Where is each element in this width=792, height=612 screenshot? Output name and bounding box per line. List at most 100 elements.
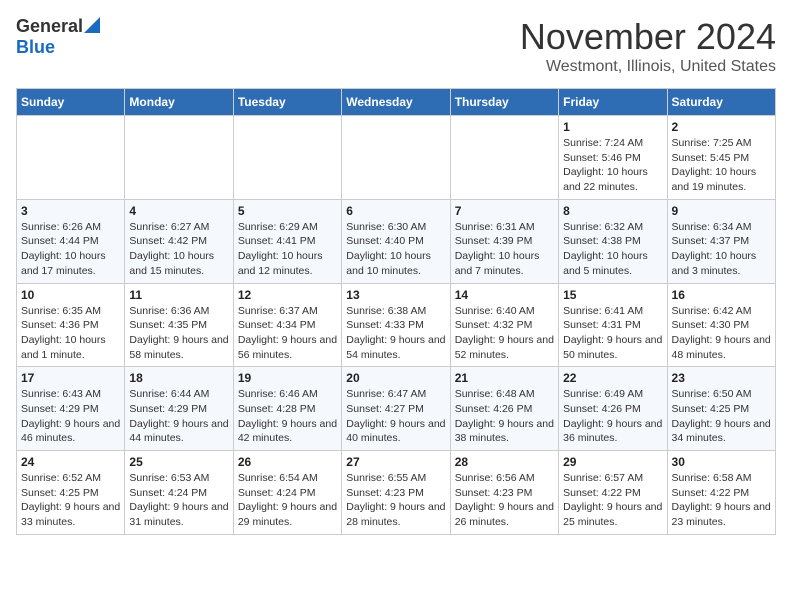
day-info: Sunrise: 6:50 AMSunset: 4:25 PMDaylight:… xyxy=(672,387,771,446)
calendar-cell: 11 Sunrise: 6:36 AMSunset: 4:35 PMDayligh… xyxy=(125,283,233,367)
calendar-cell: 5 Sunrise: 6:29 AMSunset: 4:41 PMDaylight… xyxy=(233,199,341,283)
calendar-week-5: 24 Sunrise: 6:52 AMSunset: 4:25 PMDayligh… xyxy=(17,451,776,535)
day-number: 12 xyxy=(238,288,337,302)
title-block: November 2024 Westmont, Illinois, United… xyxy=(520,16,776,76)
day-info: Sunrise: 6:53 AMSunset: 4:24 PMDaylight:… xyxy=(129,471,228,530)
day-number: 7 xyxy=(455,204,554,218)
day-info: Sunrise: 7:24 AMSunset: 5:46 PMDaylight:… xyxy=(563,136,662,195)
calendar-cell: 7Sunrise: 6:31 AMSunset: 4:39 PMDaylight… xyxy=(450,199,558,283)
day-number: 25 xyxy=(129,455,228,469)
day-info: Sunrise: 6:27 AMSunset: 4:42 PMDaylight:… xyxy=(129,220,228,279)
day-number: 9 xyxy=(672,204,771,218)
month-title: November 2024 xyxy=(520,16,776,58)
day-number: 13 xyxy=(346,288,445,302)
weekday-header-saturday: Saturday xyxy=(667,89,775,116)
day-info: Sunrise: 6:54 AMSunset: 4:24 PMDaylight:… xyxy=(238,471,337,530)
calendar-cell: 30 Sunrise: 6:58 AMSunset: 4:22 PMDayligh… xyxy=(667,451,775,535)
calendar-cell xyxy=(125,116,233,200)
calendar-cell: 19Sunrise: 6:46 AMSunset: 4:28 PMDayligh… xyxy=(233,367,341,451)
logo-blue: Blue xyxy=(16,37,55,57)
calendar-week-3: 10 Sunrise: 6:35 AMSunset: 4:36 PMDayligh… xyxy=(17,283,776,367)
calendar-cell: 27 Sunrise: 6:55 AMSunset: 4:23 PMDayligh… xyxy=(342,451,450,535)
day-info: Sunrise: 6:35 AMSunset: 4:36 PMDaylight:… xyxy=(21,304,120,363)
calendar-cell: 20 Sunrise: 6:47 AMSunset: 4:27 PMDayligh… xyxy=(342,367,450,451)
day-number: 1 xyxy=(563,120,662,134)
calendar-week-4: 17 Sunrise: 6:43 AMSunset: 4:29 PMDayligh… xyxy=(17,367,776,451)
day-info: Sunrise: 6:52 AMSunset: 4:25 PMDaylight:… xyxy=(21,471,120,530)
day-info: Sunrise: 6:30 AMSunset: 4:40 PMDaylight:… xyxy=(346,220,445,279)
day-number: 5 xyxy=(238,204,337,218)
page-header: General Blue November 2024 Westmont, Ill… xyxy=(16,16,776,76)
calendar-cell xyxy=(450,116,558,200)
day-info: Sunrise: 6:41 AMSunset: 4:31 PMDaylight:… xyxy=(563,304,662,363)
calendar-cell: 22Sunrise: 6:49 AMSunset: 4:26 PMDayligh… xyxy=(559,367,667,451)
day-info: Sunrise: 6:42 AMSunset: 4:30 PMDaylight:… xyxy=(672,304,771,363)
day-info: Sunrise: 6:26 AMSunset: 4:44 PMDaylight:… xyxy=(21,220,120,279)
calendar-week-2: 3 Sunrise: 6:26 AMSunset: 4:44 PMDaylight… xyxy=(17,199,776,283)
weekday-header-wednesday: Wednesday xyxy=(342,89,450,116)
day-info: Sunrise: 6:29 AMSunset: 4:41 PMDaylight:… xyxy=(238,220,337,279)
calendar-cell xyxy=(342,116,450,200)
logo-general: General xyxy=(16,16,83,37)
calendar-cell: 18 Sunrise: 6:44 AMSunset: 4:29 PMDayligh… xyxy=(125,367,233,451)
weekday-header-thursday: Thursday xyxy=(450,89,558,116)
day-info: Sunrise: 6:34 AMSunset: 4:37 PMDaylight:… xyxy=(672,220,771,279)
day-info: Sunrise: 6:56 AMSunset: 4:23 PMDaylight:… xyxy=(455,471,554,530)
day-info: Sunrise: 6:38 AMSunset: 4:33 PMDaylight:… xyxy=(346,304,445,363)
day-number: 20 xyxy=(346,371,445,385)
day-info: Sunrise: 6:36 AMSunset: 4:35 PMDaylight:… xyxy=(129,304,228,363)
weekday-header-sunday: Sunday xyxy=(17,89,125,116)
calendar-cell: 12Sunrise: 6:37 AMSunset: 4:34 PMDayligh… xyxy=(233,283,341,367)
day-info: Sunrise: 6:55 AMSunset: 4:23 PMDaylight:… xyxy=(346,471,445,530)
day-number: 6 xyxy=(346,204,445,218)
day-number: 10 xyxy=(21,288,120,302)
day-info: Sunrise: 7:25 AMSunset: 5:45 PMDaylight:… xyxy=(672,136,771,195)
day-info: Sunrise: 6:40 AMSunset: 4:32 PMDaylight:… xyxy=(455,304,554,363)
day-number: 22 xyxy=(563,371,662,385)
day-info: Sunrise: 6:48 AMSunset: 4:26 PMDaylight:… xyxy=(455,387,554,446)
calendar-cell: 21Sunrise: 6:48 AMSunset: 4:26 PMDayligh… xyxy=(450,367,558,451)
calendar-cell: 28 Sunrise: 6:56 AMSunset: 4:23 PMDayligh… xyxy=(450,451,558,535)
weekday-header-monday: Monday xyxy=(125,89,233,116)
calendar-cell: 24 Sunrise: 6:52 AMSunset: 4:25 PMDayligh… xyxy=(17,451,125,535)
calendar-cell: 13 Sunrise: 6:38 AMSunset: 4:33 PMDayligh… xyxy=(342,283,450,367)
day-number: 28 xyxy=(455,455,554,469)
calendar-table: SundayMondayTuesdayWednesdayThursdayFrid… xyxy=(16,88,776,535)
weekday-header-friday: Friday xyxy=(559,89,667,116)
day-number: 26 xyxy=(238,455,337,469)
calendar-cell: 23 Sunrise: 6:50 AMSunset: 4:25 PMDayligh… xyxy=(667,367,775,451)
day-number: 17 xyxy=(21,371,120,385)
calendar-cell: 3 Sunrise: 6:26 AMSunset: 4:44 PMDaylight… xyxy=(17,199,125,283)
weekday-header-tuesday: Tuesday xyxy=(233,89,341,116)
calendar-cell: 16 Sunrise: 6:42 AMSunset: 4:30 PMDayligh… xyxy=(667,283,775,367)
day-info: Sunrise: 6:47 AMSunset: 4:27 PMDaylight:… xyxy=(346,387,445,446)
calendar-cell: 1 Sunrise: 7:24 AMSunset: 5:46 PMDaylight… xyxy=(559,116,667,200)
day-info: Sunrise: 6:32 AMSunset: 4:38 PMDaylight:… xyxy=(563,220,662,279)
day-number: 27 xyxy=(346,455,445,469)
day-number: 16 xyxy=(672,288,771,302)
calendar-cell: 14 Sunrise: 6:40 AMSunset: 4:32 PMDayligh… xyxy=(450,283,558,367)
day-number: 3 xyxy=(21,204,120,218)
day-number: 8 xyxy=(563,204,662,218)
day-number: 30 xyxy=(672,455,771,469)
calendar-cell: 15 Sunrise: 6:41 AMSunset: 4:31 PMDayligh… xyxy=(559,283,667,367)
day-info: Sunrise: 6:43 AMSunset: 4:29 PMDaylight:… xyxy=(21,387,120,446)
calendar-cell: 29Sunrise: 6:57 AMSunset: 4:22 PMDayligh… xyxy=(559,451,667,535)
day-info: Sunrise: 6:44 AMSunset: 4:29 PMDaylight:… xyxy=(129,387,228,446)
calendar-cell: 10 Sunrise: 6:35 AMSunset: 4:36 PMDayligh… xyxy=(17,283,125,367)
calendar-cell: 25 Sunrise: 6:53 AMSunset: 4:24 PMDayligh… xyxy=(125,451,233,535)
day-number: 24 xyxy=(21,455,120,469)
calendar-cell: 2 Sunrise: 7:25 AMSunset: 5:45 PMDaylight… xyxy=(667,116,775,200)
day-number: 23 xyxy=(672,371,771,385)
day-number: 2 xyxy=(672,120,771,134)
calendar-cell: 26 Sunrise: 6:54 AMSunset: 4:24 PMDayligh… xyxy=(233,451,341,535)
day-info: Sunrise: 6:58 AMSunset: 4:22 PMDaylight:… xyxy=(672,471,771,530)
day-number: 18 xyxy=(129,371,228,385)
day-number: 14 xyxy=(455,288,554,302)
day-info: Sunrise: 6:46 AMSunset: 4:28 PMDaylight:… xyxy=(238,387,337,446)
day-number: 11 xyxy=(129,288,228,302)
day-number: 15 xyxy=(563,288,662,302)
calendar-cell: 4Sunrise: 6:27 AMSunset: 4:42 PMDaylight… xyxy=(125,199,233,283)
day-info: Sunrise: 6:57 AMSunset: 4:22 PMDaylight:… xyxy=(563,471,662,530)
calendar-cell: 6 Sunrise: 6:30 AMSunset: 4:40 PMDaylight… xyxy=(342,199,450,283)
